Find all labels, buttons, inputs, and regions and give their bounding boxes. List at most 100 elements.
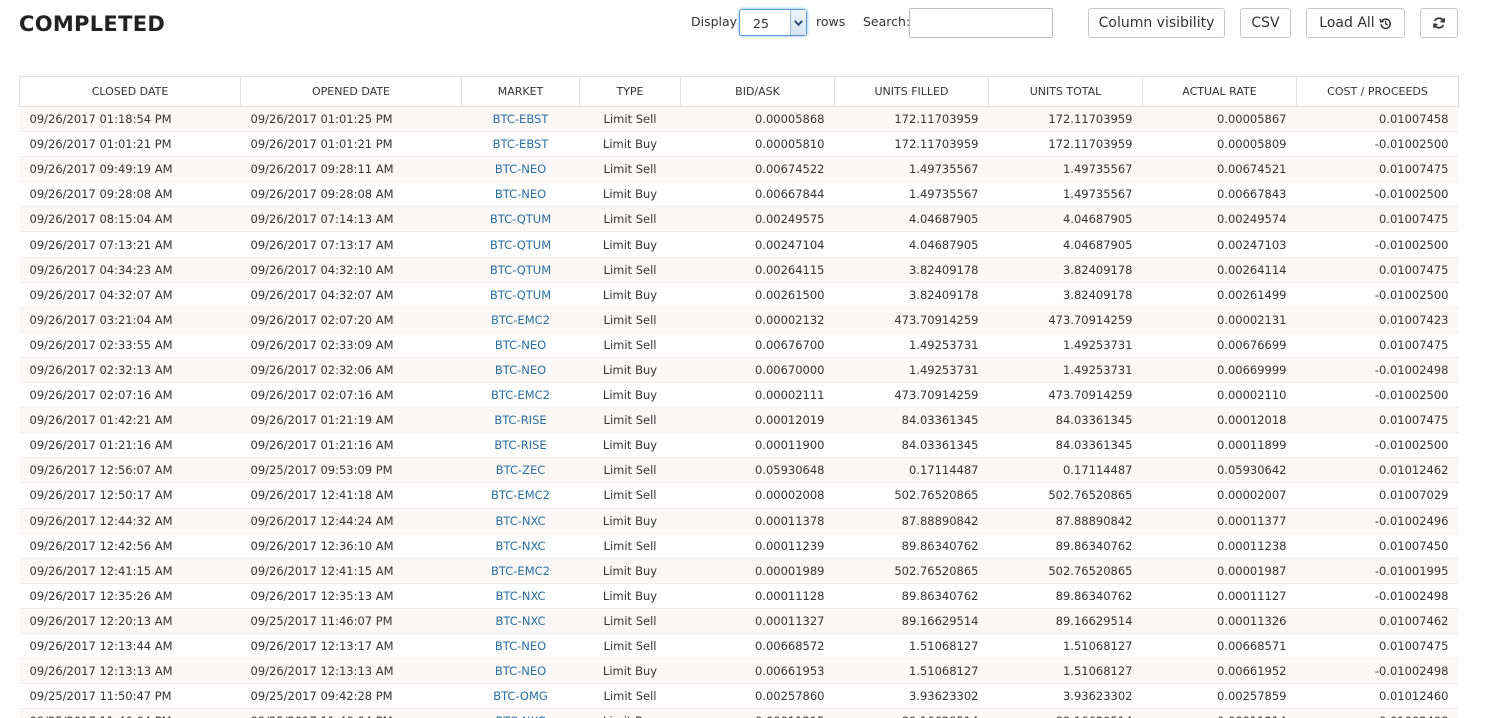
table-row[interactable]: 09/26/2017 01:42:21 AM 09/26/2017 01:21:1…	[19, 407, 1459, 434]
cell-bid-ask: 0.00011239	[680, 533, 835, 559]
table-row[interactable]: 09/26/2017 12:44:32 AM 09/26/2017 12:44:2…	[19, 508, 1459, 534]
cell-units-filled: 1.49253731	[834, 357, 989, 384]
column-header-opened-date[interactable]: OPENED DATE	[240, 76, 462, 107]
cell-bid-ask: 0.00674522	[680, 156, 835, 183]
market-link[interactable]: BTC-NXC	[495, 514, 545, 528]
market-link[interactable]: BTC-EMC2	[491, 564, 550, 578]
column-header-units-filled[interactable]: UNITS FILLED	[834, 76, 989, 107]
cell-type: Limit Buy	[579, 231, 681, 258]
table-row[interactable]: 09/26/2017 01:01:21 PM 09/26/2017 01:01:2…	[19, 131, 1459, 158]
load-all-button[interactable]: Load All	[1306, 8, 1405, 38]
column-header-closed-date[interactable]: CLOSED DATE	[19, 76, 241, 107]
cell-units-filled: 4.04687905	[834, 206, 989, 233]
cell-units-total: 502.76520865	[988, 482, 1143, 509]
market-link[interactable]: BTC-NEO	[495, 639, 546, 653]
market-link[interactable]: BTC-NXC	[495, 539, 545, 553]
table-row[interactable]: 09/26/2017 12:56:07 AM 09/25/2017 09:53:0…	[19, 457, 1459, 484]
table-row[interactable]: 09/26/2017 12:50:17 AM 09/26/2017 12:41:1…	[19, 482, 1459, 509]
table-row[interactable]: 09/26/2017 03:21:04 AM 09/26/2017 02:07:2…	[19, 307, 1459, 333]
market-link[interactable]: BTC-NEO	[495, 338, 546, 352]
cell-actual-rate: 0.00005867	[1142, 106, 1297, 133]
table-row[interactable]: 09/26/2017 02:32:13 AM 09/26/2017 02:32:0…	[19, 357, 1459, 384]
chevron-down-icon[interactable]	[790, 10, 806, 35]
market-link[interactable]: BTC-NXC	[495, 614, 545, 628]
market-link[interactable]: BTC-QTUM	[490, 263, 551, 277]
table-row[interactable]: 09/25/2017 11:46:04 PM09/25/2017 11:46:0…	[19, 708, 1459, 718]
cell-closed-date: 09/25/2017 11:46:04 PM	[19, 708, 241, 718]
market-link[interactable]: BTC-NXC	[495, 714, 545, 718]
cell-units-total: 89.16629514	[988, 708, 1143, 718]
table-row[interactable]: 09/26/2017 02:07:16 AM 09/26/2017 02:07:1…	[19, 382, 1459, 409]
cell-units-total: 84.03361345	[988, 407, 1143, 434]
market-link[interactable]: BTC-RISE	[494, 438, 546, 452]
table-row[interactable]: 09/26/2017 09:49:19 AM 09/26/2017 09:28:1…	[19, 156, 1459, 183]
cell-market: BTC-RISE	[461, 432, 580, 459]
table-row[interactable]: 09/26/2017 01:18:54 PM 09/26/2017 01:01:2…	[19, 106, 1459, 133]
table-row[interactable]: 09/26/2017 01:21:16 AM 09/26/2017 01:21:1…	[19, 432, 1459, 459]
cell-opened-date: 09/25/2017 09:42:28 PM	[240, 683, 462, 710]
table-row[interactable]: 09/26/2017 12:35:26 AM 09/26/2017 12:35:1…	[19, 583, 1459, 609]
market-link[interactable]: BTC-QTUM	[490, 288, 551, 302]
market-link[interactable]: BTC-EMC2	[491, 488, 550, 502]
cell-opened-date: 09/25/2017 09:53:09 PM	[240, 457, 462, 484]
cell-market: BTC-QTUM	[461, 282, 580, 308]
market-link[interactable]: BTC-RISE	[494, 413, 546, 427]
cell-actual-rate: 0.00264114	[1142, 257, 1297, 283]
market-link[interactable]: BTC-EBST	[493, 112, 549, 126]
page-title: COMPLETED	[19, 12, 166, 36]
column-header-actual-rate[interactable]: ACTUAL RATE	[1142, 76, 1297, 107]
market-link[interactable]: BTC-NEO	[495, 363, 546, 377]
cell-bid-ask: 0.00261500	[680, 282, 835, 308]
market-link[interactable]: BTC-NEO	[495, 187, 546, 201]
cell-units-filled: 3.93623302	[834, 683, 989, 710]
table-row[interactable]: 09/26/2017 12:20:13 AM 09/25/2017 11:46:0…	[19, 608, 1459, 634]
cell-type: Limit Buy	[579, 181, 681, 208]
cell-cost-proceeds: -0.01002498	[1296, 708, 1459, 718]
refresh-button[interactable]	[1420, 8, 1458, 38]
market-link[interactable]: BTC-EMC2	[491, 388, 550, 402]
market-link[interactable]: BTC-EMC2	[491, 313, 550, 327]
market-link[interactable]: BTC-EBST	[493, 137, 549, 151]
table-row[interactable]: 09/26/2017 02:33:55 AM 09/26/2017 02:33:0…	[19, 332, 1459, 358]
csv-export-button[interactable]: CSV	[1240, 8, 1291, 38]
table-row[interactable]: 09/26/2017 08:15:04 AM 09/26/2017 07:14:1…	[19, 206, 1459, 233]
column-header-market[interactable]: MARKET	[461, 76, 580, 107]
column-header-units-total[interactable]: UNITS TOTAL	[988, 76, 1143, 107]
market-link[interactable]: BTC-NEO	[495, 664, 546, 678]
table-row[interactable]: 09/26/2017 12:42:56 AM 09/26/2017 12:36:1…	[19, 533, 1459, 559]
column-header-cost-proceeds[interactable]: COST / PROCEEDS	[1296, 76, 1459, 107]
market-link[interactable]: BTC-NEO	[495, 162, 546, 176]
table-row[interactable]: 09/26/2017 12:13:44 AM 09/26/2017 12:13:1…	[19, 633, 1459, 660]
cell-units-total: 1.49735567	[988, 181, 1143, 208]
market-link[interactable]: BTC-QTUM	[490, 212, 551, 226]
market-link[interactable]: BTC-ZEC	[496, 463, 546, 477]
cell-cost-proceeds: -0.01002500	[1296, 231, 1459, 258]
market-link[interactable]: BTC-OMG	[493, 689, 548, 703]
load-all-label: Load All	[1319, 15, 1375, 31]
cell-closed-date: 09/26/2017 01:18:54 PM	[19, 106, 241, 133]
table-row[interactable]: 09/26/2017 12:41:15 AM 09/26/2017 12:41:1…	[19, 558, 1459, 584]
table-row[interactable]: 09/26/2017 12:13:13 AM 09/26/2017 12:13:1…	[19, 658, 1459, 685]
rows-per-page-select[interactable]: 25	[739, 9, 807, 36]
market-link[interactable]: BTC-QTUM	[490, 238, 551, 252]
table-row[interactable]: 09/26/2017 04:32:07 AM 09/26/2017 04:32:0…	[19, 282, 1459, 308]
column-header-type[interactable]: TYPE	[579, 76, 681, 107]
cell-cost-proceeds: 0.01007475	[1296, 633, 1459, 660]
cell-units-filled: 1.51068127	[834, 633, 989, 660]
column-visibility-button[interactable]: Column visibility	[1088, 8, 1225, 38]
table-row[interactable]: 09/25/2017 11:50:47 PM 09/25/2017 09:42:2…	[19, 683, 1459, 710]
search-input[interactable]	[909, 8, 1053, 38]
column-visibility-label: Column visibility	[1098, 15, 1215, 31]
cell-opened-date: 09/26/2017 09:28:08 AM	[240, 181, 462, 208]
column-header-bid-ask[interactable]: BID/ASK	[680, 76, 835, 107]
table-row[interactable]: 09/26/2017 07:13:21 AM 09/26/2017 07:13:1…	[19, 231, 1459, 258]
cell-opened-date: 09/26/2017 04:32:07 AM	[240, 282, 462, 308]
market-link[interactable]: BTC-NXC	[495, 589, 545, 603]
cell-type: Limit Sell	[579, 106, 681, 133]
cell-bid-ask: 0.00661953	[680, 658, 835, 685]
cell-units-filled: 1.49735567	[834, 156, 989, 183]
table-row[interactable]: 09/26/2017 04:34:23 AM 09/26/2017 04:32:1…	[19, 257, 1459, 283]
cell-units-filled: 89.16629514	[834, 708, 989, 718]
cell-opened-date: 09/26/2017 01:01:25 PM	[240, 106, 462, 133]
table-row[interactable]: 09/26/2017 09:28:08 AM 09/26/2017 09:28:0…	[19, 181, 1459, 208]
